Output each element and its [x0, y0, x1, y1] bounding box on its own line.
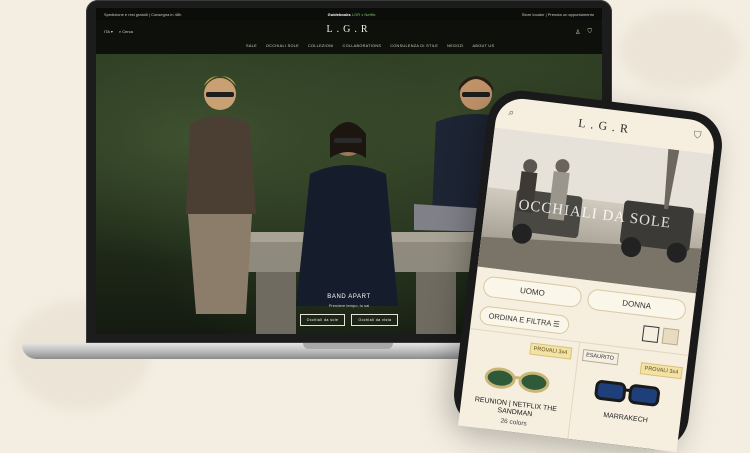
grid-view-icon[interactable]	[641, 325, 660, 344]
nav-item-collaborations[interactable]: Collaborations	[343, 44, 382, 48]
nav-item-about[interactable]: About us	[473, 44, 495, 48]
product-name: MARRAKECH	[602, 411, 649, 425]
announcement-bar: Spedizione e resi gratuiti | Consegna in…	[96, 8, 602, 20]
header-icons: ♙ ⛉	[575, 29, 592, 36]
sunglasses-button[interactable]: Occhiali da sole	[299, 314, 346, 326]
announcement-right[interactable]: Store locator | Prenota un appuntamento	[522, 12, 594, 17]
nav-item-sunglasses[interactable]: Occhiali sole	[266, 44, 299, 48]
site-header: ITA ▾ ⌕ Cerca L.G.R ♙ ⛉ Sale Occhiali so…	[96, 20, 602, 54]
sunglasses-image	[484, 367, 550, 393]
nav-item-style-consulting[interactable]: Consulenza di stile	[390, 44, 438, 48]
try-on-badge: PROVALI 3x4	[528, 342, 572, 360]
sunglasses-image	[594, 380, 660, 407]
account-icon[interactable]: ♙	[575, 29, 580, 36]
announcement-left: Spedizione e resi gratuiti | Consegna in…	[104, 11, 182, 17]
nav-item-stores[interactable]: Negozi	[447, 44, 463, 48]
tab-men[interactable]: UOMO	[482, 275, 583, 309]
single-view-icon[interactable]	[661, 327, 680, 346]
try-on-badge: PROVALI 3x4	[639, 362, 683, 380]
announcement-collab: LGR x Netflix	[351, 11, 376, 17]
nav-item-collections[interactable]: Collezioni	[308, 44, 334, 48]
announcement-center[interactable]: Guidebooks LGR x Netflix	[328, 12, 376, 17]
sold-out-badge: ESAURITO	[581, 348, 619, 366]
product-card[interactable]: ESAURITO PROVALI 3x4 MARRAKECH	[563, 341, 689, 453]
nav-item-sale[interactable]: Sale	[246, 44, 257, 48]
eyeglasses-button[interactable]: Occhiali da vista	[351, 314, 399, 326]
tab-women[interactable]: DONNA	[586, 288, 688, 322]
cart-icon[interactable]: ⛉	[587, 29, 592, 36]
view-toggle	[641, 325, 680, 346]
product-grid: PROVALI 3x4 REUNION | NETFLIX THE SANDMA…	[458, 328, 689, 453]
phone-device: ⌕ L.G.R ⛉ OCCHIALI DA SOLE UOMO DONNA OR…	[450, 86, 726, 453]
mobile-hero: OCCHIALI DA SOLE	[477, 127, 714, 294]
main-navigation: Sale Occhiali sole Collezioni Collaborat…	[246, 44, 494, 48]
phone-screen: ⌕ L.G.R ⛉ OCCHIALI DA SOLE UOMO DONNA OR…	[458, 95, 717, 453]
announcement-brand: Guidebooks	[327, 11, 351, 17]
laptop-notch	[303, 343, 393, 349]
cart-icon[interactable]: ⛉	[693, 130, 702, 142]
site-logo[interactable]: L.G.R	[96, 24, 602, 35]
background-shadow	[620, 10, 740, 90]
product-card[interactable]: PROVALI 3x4 REUNION | NETFLIX THE SANDMA…	[458, 328, 579, 453]
